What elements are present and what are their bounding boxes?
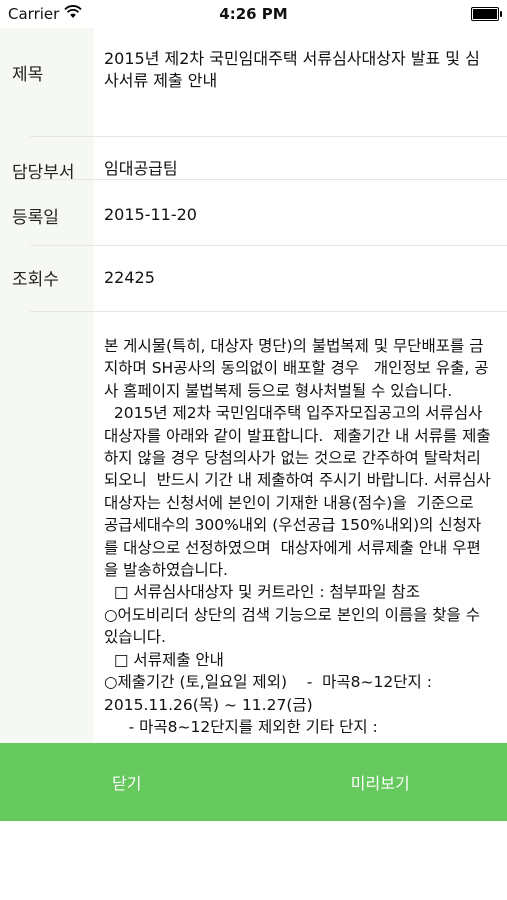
date-value: 2015-11-20 [104,205,197,224]
battery-icon [471,7,502,21]
bottom-action-bar: 닫기 미리보기 [0,743,507,821]
detail-content[interactable]: 제목 2015년 제2차 국민임대주택 서류심사대상자 발표 및 심사서류 제출… [0,28,507,743]
preview-button[interactable]: 미리보기 [254,743,507,821]
status-time: 4:26 PM [219,5,288,23]
divider [30,311,507,312]
title-label: 제목 [12,65,44,85]
title-row: 제목 2015년 제2차 국민임대주택 서류심사대상자 발표 및 심사서류 제출… [0,28,507,136]
close-button[interactable]: 닫기 [0,743,254,821]
title-value: 2015년 제2차 국민임대주택 서류심사대상자 발표 및 심사서류 제출 안내 [104,49,480,90]
dept-value: 임대공급팀 [104,159,178,178]
views-label: 조회수 [12,270,59,290]
date-row: 등록일 2015-11-20 [0,179,507,245]
views-row: 조회수 22425 [0,245,507,311]
status-bar: Carrier 4:26 PM [0,0,507,28]
notice-body: 본 게시물(특히, 대상자 명단)의 불법복제 및 무단배포를 금지하며 SH공… [104,337,491,736]
date-label: 등록일 [12,208,59,228]
views-value: 22425 [104,268,155,287]
